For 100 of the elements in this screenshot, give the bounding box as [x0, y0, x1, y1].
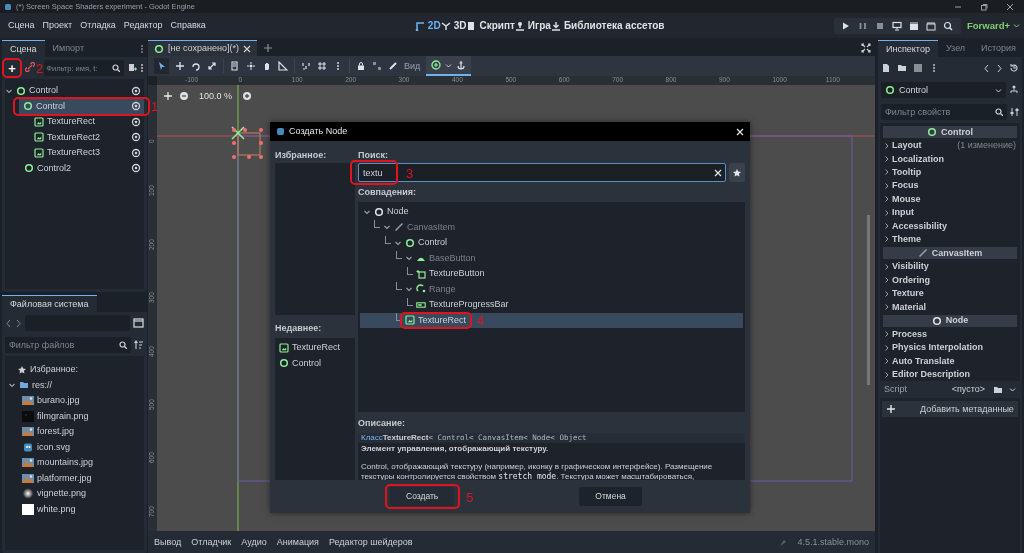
snap-icon[interactable]	[301, 61, 311, 71]
zoom-in-icon[interactable]	[242, 91, 253, 102]
menu-item[interactable]: Проект	[38, 20, 77, 31]
anchor-icon[interactable]	[456, 60, 467, 70]
property-group[interactable]: Visibility	[892, 261, 929, 273]
file-name[interactable]: platformer.jpg	[37, 472, 92, 484]
add-circle-icon[interactable]	[431, 60, 442, 70]
recent-item[interactable]: TextureRect	[275, 340, 355, 356]
restore-icon[interactable]	[980, 2, 988, 11]
dock-tab[interactable]: История	[973, 40, 1024, 57]
property-group[interactable]: Tooltip	[892, 167, 922, 178]
add-tab-icon[interactable]	[262, 43, 273, 53]
eye-icon[interactable]	[131, 101, 141, 112]
tree-item[interactable]: TextureRect2	[5, 129, 144, 145]
layout-icon[interactable]	[133, 318, 144, 328]
ruler-icon[interactable]	[278, 61, 288, 71]
property-value[interactable]: <пусто>	[951, 384, 985, 396]
property-group[interactable]: Physics Interpolation	[892, 342, 984, 354]
filter-settings-icon[interactable]	[1010, 107, 1019, 117]
bottom-panel-tab[interactable]: Аудио	[241, 536, 267, 548]
workspace-tab[interactable]: 2D	[414, 19, 441, 32]
file-name[interactable]: forest.jpg	[37, 426, 75, 438]
section-header[interactable]: CanvasItem	[883, 247, 1017, 260]
bottom-panel-tab[interactable]: Редактор шейдеров	[328, 536, 413, 548]
dock-tab[interactable]: Сцена	[2, 40, 45, 57]
eye-icon[interactable]	[131, 116, 141, 127]
favorites-label[interactable]: Избранное:	[30, 364, 79, 376]
view-menu-button[interactable]: Вид	[404, 60, 421, 72]
dock-tab[interactable]: Инспектор	[878, 40, 938, 57]
property-group[interactable]: Process	[892, 329, 928, 340]
eye-icon[interactable]	[131, 163, 141, 174]
property-group[interactable]: Theme	[892, 234, 921, 245]
property-group[interactable]: Input	[892, 207, 914, 219]
menu-item[interactable]: Отладка	[76, 20, 120, 31]
lock-icon[interactable]	[356, 61, 366, 71]
fullscreen-icon[interactable]	[861, 43, 871, 53]
chevron-down-icon[interactable]	[1009, 386, 1016, 394]
add-metadata-button[interactable]: Добавить метаданные	[882, 401, 1018, 418]
node-selector[interactable]: Control	[881, 82, 1006, 98]
back-icon[interactable]	[983, 63, 990, 73]
stop-icon[interactable]	[875, 20, 886, 31]
renderer-dropdown[interactable]: Forward+	[966, 19, 1020, 32]
tree-item[interactable]: TextureRect3	[5, 145, 144, 161]
link-icon[interactable]	[25, 61, 35, 72]
dock-tab[interactable]: Импорт	[44, 40, 92, 57]
property-group[interactable]: Mouse	[892, 193, 921, 205]
section-header[interactable]: Node	[883, 314, 1017, 327]
recent-item[interactable]: Control	[275, 355, 355, 371]
close-icon[interactable]	[1006, 2, 1014, 11]
eye-icon[interactable]	[131, 147, 141, 158]
more-icon[interactable]	[140, 63, 144, 73]
tree-item[interactable]: Node	[360, 204, 743, 220]
pan-icon[interactable]	[163, 91, 173, 102]
chevron-down-icon[interactable]	[8, 381, 16, 390]
node-tree-icon[interactable]	[1009, 85, 1019, 95]
more-icon[interactable]	[140, 44, 144, 54]
dock-tab[interactable]: Файловая система	[2, 295, 97, 312]
property-group[interactable]: Accessibility	[892, 220, 948, 232]
property-group[interactable]: Localization	[892, 153, 944, 165]
file-name[interactable]: white.png	[37, 503, 76, 515]
menu-item[interactable]: Сцена	[4, 20, 39, 31]
move-icon[interactable]	[175, 61, 185, 71]
menu-item[interactable]: Редактор	[119, 20, 167, 31]
history-icon[interactable]	[1009, 63, 1019, 73]
tree-item[interactable]: Control	[5, 83, 144, 99]
file-name[interactable]: icon.svg	[37, 441, 71, 453]
folder-icon[interactable]	[897, 63, 907, 73]
pause-icon[interactable]	[858, 20, 869, 31]
grid-icon[interactable]	[317, 61, 327, 71]
workspace-tab[interactable]: Игра	[514, 19, 551, 32]
tree-item[interactable]: Control2	[5, 160, 144, 176]
property-group[interactable]: Material	[892, 301, 926, 313]
eye-icon[interactable]	[131, 85, 141, 96]
property-group[interactable]: Layout	[892, 140, 922, 152]
editor-tab[interactable]: [не сохранено](*)	[148, 40, 257, 56]
property-group[interactable]: Ordering	[892, 274, 930, 286]
clear-icon[interactable]	[714, 168, 722, 177]
folder-name[interactable]: res://	[32, 379, 52, 391]
bottom-panel-tab[interactable]: Анимация	[276, 536, 319, 548]
add-node-button[interactable]: +	[5, 61, 19, 75]
cancel-button[interactable]: Отмена	[579, 487, 642, 506]
group-icon[interactable]	[372, 61, 382, 71]
section-header[interactable]: Control	[883, 126, 1017, 138]
dock-tab[interactable]: Узел	[937, 40, 974, 57]
zoom-out-icon[interactable]	[179, 91, 189, 102]
tree-item[interactable]: TextureRect	[5, 114, 144, 130]
attach-script-icon[interactable]	[127, 63, 137, 73]
close-icon[interactable]	[242, 44, 251, 53]
select-arrow-icon[interactable]	[156, 61, 167, 71]
file-name[interactable]: burano.jpg	[37, 395, 80, 407]
zoom-level[interactable]: 100.0 %	[195, 91, 237, 102]
chevron-down-icon[interactable]	[445, 61, 453, 69]
sort-icon[interactable]	[134, 340, 144, 350]
workspace-tab[interactable]: Скрипт	[466, 19, 515, 32]
menu-item[interactable]: Справка	[166, 20, 210, 31]
file-name[interactable]: mountains.jpg	[37, 457, 94, 469]
scale-icon[interactable]	[207, 61, 217, 71]
rotate-icon[interactable]	[191, 61, 201, 71]
file-name[interactable]: filmgrain.png	[37, 410, 89, 422]
property-group[interactable]: Editor Description	[892, 369, 970, 380]
